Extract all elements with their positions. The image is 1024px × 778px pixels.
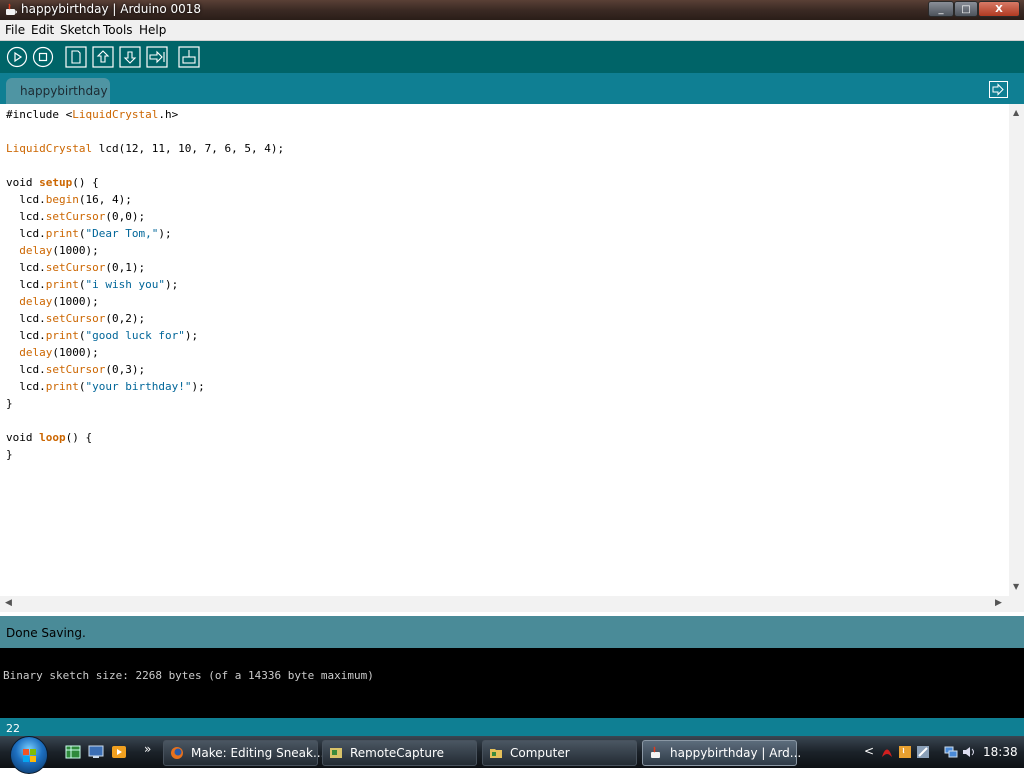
line-number-bar: 22 bbox=[0, 718, 1024, 736]
code-line[interactable]: lcd.print("your birthday!"); bbox=[6, 380, 204, 393]
task-label: Computer bbox=[510, 746, 570, 760]
scroll-down-icon[interactable]: ▼ bbox=[1013, 582, 1019, 591]
start-button[interactable] bbox=[10, 736, 48, 774]
code-line[interactable]: void setup() { bbox=[6, 176, 99, 189]
console[interactable]: Binary sketch size: 2268 bytes (of a 143… bbox=[0, 648, 1024, 718]
scroll-left-icon[interactable]: ◀ bbox=[5, 598, 12, 608]
firefox-icon bbox=[171, 747, 183, 759]
taskbar: » Make: Editing Sneak... RemoteCapture C… bbox=[0, 736, 1024, 774]
java-icon bbox=[651, 746, 660, 758]
tab-menu-icon[interactable] bbox=[989, 81, 1008, 98]
menu-file[interactable]: File bbox=[5, 23, 25, 37]
code-line[interactable]: } bbox=[6, 397, 13, 410]
task-remotecapture[interactable]: RemoteCapture bbox=[322, 740, 477, 766]
code-line[interactable]: delay(1000); bbox=[6, 346, 98, 359]
serial-monitor-icon bbox=[178, 46, 200, 68]
window-title: happybirthday | Arduino 0018 bbox=[21, 2, 202, 16]
close-button[interactable]: X bbox=[978, 1, 1020, 17]
show-desktop-icon[interactable] bbox=[88, 745, 104, 759]
new-icon bbox=[65, 46, 87, 68]
tray-expand-button[interactable]: < bbox=[864, 744, 874, 758]
code-line[interactable]: #include <LiquidCrystal.h> bbox=[6, 108, 178, 121]
scroll-right-icon[interactable]: ▶ bbox=[995, 598, 1002, 608]
task-arduino[interactable]: happybirthday | Ard... bbox=[642, 740, 801, 766]
vertical-scrollbar[interactable]: ▲ ▼ bbox=[1009, 104, 1024, 596]
code-line[interactable]: } bbox=[6, 448, 13, 461]
app-icon bbox=[330, 748, 342, 758]
code-line[interactable]: lcd.setCursor(0,0); bbox=[6, 210, 145, 223]
menu-help[interactable]: Help bbox=[139, 23, 166, 37]
console-output: Binary sketch size: 2268 bytes (of a 143… bbox=[3, 669, 374, 682]
code-line[interactable]: LiquidCrystal lcd(12, 11, 10, 7, 6, 5, 4… bbox=[6, 142, 284, 155]
volume-icon[interactable] bbox=[962, 745, 976, 759]
open-button[interactable] bbox=[92, 46, 114, 68]
tab-bar: happybirthday bbox=[0, 73, 1024, 104]
windows-logo-icon bbox=[23, 749, 36, 762]
stop-button[interactable] bbox=[32, 46, 54, 68]
menu-sketch[interactable]: Sketch bbox=[60, 23, 100, 37]
java-tray-icon[interactable] bbox=[898, 745, 912, 759]
task-label: RemoteCapture bbox=[350, 746, 445, 760]
maximize-button[interactable]: □ bbox=[954, 1, 978, 17]
status-bar: Done Saving. bbox=[0, 616, 1024, 648]
save-button[interactable] bbox=[119, 46, 141, 68]
stop-icon bbox=[32, 46, 54, 68]
menu-bar: File Edit Sketch Tools Help bbox=[0, 20, 1024, 41]
toolbar bbox=[0, 41, 1024, 73]
task-firefox[interactable]: Make: Editing Sneak... bbox=[163, 740, 324, 766]
task-label: Make: Editing Sneak... bbox=[191, 746, 325, 760]
horizontal-scrollbar[interactable]: ◀ ▶ bbox=[0, 596, 1009, 612]
quick-launch-more[interactable]: » bbox=[144, 742, 151, 756]
folder-icon bbox=[490, 749, 502, 758]
code-line[interactable]: lcd.setCursor(0,3); bbox=[6, 363, 145, 376]
code-line[interactable]: delay(1000); bbox=[6, 244, 98, 257]
line-number: 22 bbox=[6, 722, 20, 735]
media-player-icon[interactable] bbox=[111, 745, 127, 759]
code-editor[interactable]: #include <LiquidCrystal.h> LiquidCrystal… bbox=[0, 104, 1009, 596]
title-bar: happybirthday | Arduino 0018 _ □ X bbox=[0, 0, 1024, 20]
upload-icon bbox=[146, 46, 168, 68]
minimize-button[interactable]: _ bbox=[928, 1, 954, 17]
clock: 18:38 bbox=[983, 745, 1018, 759]
status-message: Done Saving. bbox=[6, 626, 86, 640]
code-text[interactable]: #include <LiquidCrystal.h> LiquidCrystal… bbox=[6, 106, 284, 463]
scroll-up-icon[interactable]: ▲ bbox=[1013, 108, 1019, 117]
code-line[interactable]: lcd.setCursor(0,2); bbox=[6, 312, 145, 325]
task-label: happybirthday | Ard... bbox=[670, 746, 802, 760]
menu-edit[interactable]: Edit bbox=[31, 23, 54, 37]
acrobat-icon[interactable] bbox=[880, 745, 894, 759]
save-icon bbox=[119, 46, 141, 68]
serial-monitor-button[interactable] bbox=[178, 46, 200, 68]
menu-tools[interactable]: Tools bbox=[103, 23, 133, 37]
verify-icon bbox=[6, 46, 28, 68]
java-icon bbox=[6, 3, 17, 15]
task-computer[interactable]: Computer bbox=[482, 740, 637, 766]
tab-label: happybirthday bbox=[20, 84, 108, 98]
tools-tray-icon[interactable] bbox=[916, 745, 930, 759]
new-button[interactable] bbox=[65, 46, 87, 68]
tab-happybirthday[interactable]: happybirthday bbox=[6, 78, 110, 104]
upload-button[interactable] bbox=[146, 46, 168, 68]
code-line[interactable]: lcd.setCursor(0,1); bbox=[6, 261, 145, 274]
code-line[interactable]: void loop() { bbox=[6, 431, 92, 444]
spreadsheet-icon[interactable] bbox=[65, 745, 81, 759]
code-line[interactable]: lcd.print("Dear Tom,"); bbox=[6, 227, 171, 240]
code-line[interactable]: lcd.print("good luck for"); bbox=[6, 329, 198, 342]
network-icon[interactable] bbox=[944, 745, 958, 759]
open-icon bbox=[92, 46, 114, 68]
verify-button[interactable] bbox=[6, 46, 28, 68]
scroll-corner bbox=[1009, 596, 1024, 612]
code-line[interactable]: lcd.print("i wish you"); bbox=[6, 278, 178, 291]
code-line[interactable]: lcd.begin(16, 4); bbox=[6, 193, 132, 206]
code-line[interactable]: delay(1000); bbox=[6, 295, 98, 308]
